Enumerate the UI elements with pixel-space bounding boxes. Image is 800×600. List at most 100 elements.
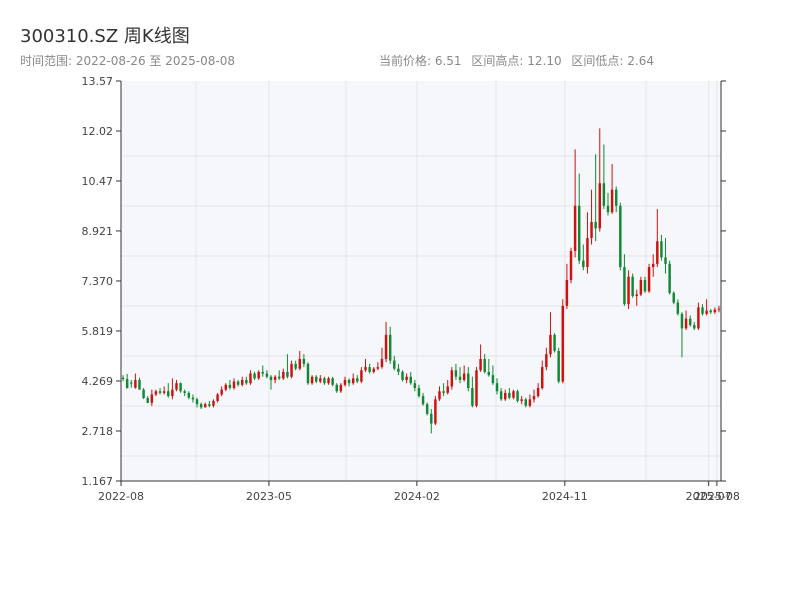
candle-body xyxy=(323,378,326,384)
candle-body xyxy=(495,383,499,392)
candle-body xyxy=(356,378,359,382)
candle-body xyxy=(121,377,125,379)
candle-body xyxy=(553,334,556,351)
candle-body xyxy=(541,367,544,389)
candle-body xyxy=(569,250,573,280)
candle-body xyxy=(261,371,265,374)
candle-body xyxy=(236,381,240,385)
candle-body xyxy=(154,391,158,395)
candle-body xyxy=(467,373,470,389)
candle-body xyxy=(573,205,577,251)
candle-body xyxy=(290,363,293,377)
candle-body xyxy=(347,379,351,384)
candle-body xyxy=(458,376,462,380)
candle-body xyxy=(310,376,314,384)
x-tick-label: 2022-08 xyxy=(98,490,144,503)
candle-body xyxy=(709,310,712,313)
candle-body xyxy=(639,279,643,295)
candle-body xyxy=(462,373,466,380)
candle-body xyxy=(171,389,174,397)
candle-body xyxy=(339,384,343,392)
candle-body xyxy=(220,389,223,395)
candle-body xyxy=(676,302,680,314)
y-tick-label: 5.819 xyxy=(82,325,114,338)
candle-body xyxy=(520,399,523,401)
candle-body xyxy=(130,382,133,384)
candle-body xyxy=(680,313,684,329)
candle-body xyxy=(146,398,149,403)
candle-body xyxy=(216,394,219,401)
candle-body xyxy=(393,360,396,369)
y-tick-label: 2.718 xyxy=(82,425,114,438)
candle-body xyxy=(532,396,536,400)
candle-body xyxy=(660,241,663,258)
candle-body xyxy=(434,399,437,424)
candle-body xyxy=(405,376,408,380)
candle-body xyxy=(647,267,651,292)
y-tick-label: 4.269 xyxy=(82,375,114,388)
candle-body xyxy=(454,370,458,377)
candle-body xyxy=(134,379,137,388)
candle-body xyxy=(524,399,528,406)
candle-body xyxy=(162,391,166,393)
candle-body xyxy=(631,276,634,297)
candle-body xyxy=(549,334,552,355)
candle-body xyxy=(446,386,449,393)
candle-body xyxy=(487,371,491,376)
candle-body xyxy=(175,383,178,390)
candle-body xyxy=(508,392,511,398)
candle-body xyxy=(269,376,273,380)
candle-body xyxy=(351,378,355,384)
candle-body xyxy=(253,373,256,379)
candle-body xyxy=(241,379,244,385)
candle-body xyxy=(282,371,285,379)
candle-body xyxy=(471,388,474,406)
y-tick-label: 1.167 xyxy=(82,475,114,488)
y-tick-label: 13.57 xyxy=(82,75,114,88)
candle-body xyxy=(442,391,445,393)
candle-body xyxy=(545,354,548,368)
candle-body xyxy=(561,305,565,382)
candle-body xyxy=(512,391,515,398)
candle-body xyxy=(228,384,232,389)
candle-body xyxy=(421,396,425,405)
candle-body xyxy=(717,308,721,310)
candle-body xyxy=(364,367,367,371)
candle-body xyxy=(195,399,199,405)
candle-body xyxy=(693,325,696,329)
candle-body xyxy=(167,391,170,397)
candle-body xyxy=(606,205,610,213)
candle-body xyxy=(384,334,388,359)
candle-body xyxy=(713,309,717,313)
candle-body xyxy=(327,378,330,384)
candle-body xyxy=(430,413,433,424)
candle-body xyxy=(125,378,129,389)
candle-body xyxy=(158,391,162,393)
candle-body xyxy=(598,183,601,229)
candle-body xyxy=(602,183,606,206)
candle-body xyxy=(516,391,519,401)
candle-body xyxy=(557,350,560,382)
candle-body xyxy=(668,263,671,293)
candle-body xyxy=(187,392,191,398)
y-tick-label: 12.02 xyxy=(82,125,114,138)
candle-body xyxy=(582,260,585,268)
candle-body xyxy=(413,383,417,389)
candle-body xyxy=(388,334,392,361)
candle-body xyxy=(397,368,400,372)
candle-body xyxy=(409,376,412,384)
candle-body xyxy=(565,279,569,306)
candle-body xyxy=(623,267,626,305)
candle-body xyxy=(368,367,371,372)
candle-body xyxy=(594,221,597,229)
candle-body xyxy=(504,392,507,400)
candle-body xyxy=(701,307,704,314)
candle-body xyxy=(656,241,659,264)
candle-body xyxy=(417,388,421,397)
y-tick-label: 10.47 xyxy=(82,175,114,188)
candle-body xyxy=(425,404,429,414)
candle-body xyxy=(179,383,182,392)
candle-body xyxy=(249,373,252,384)
candle-body xyxy=(483,358,486,372)
candle-body xyxy=(499,391,503,400)
